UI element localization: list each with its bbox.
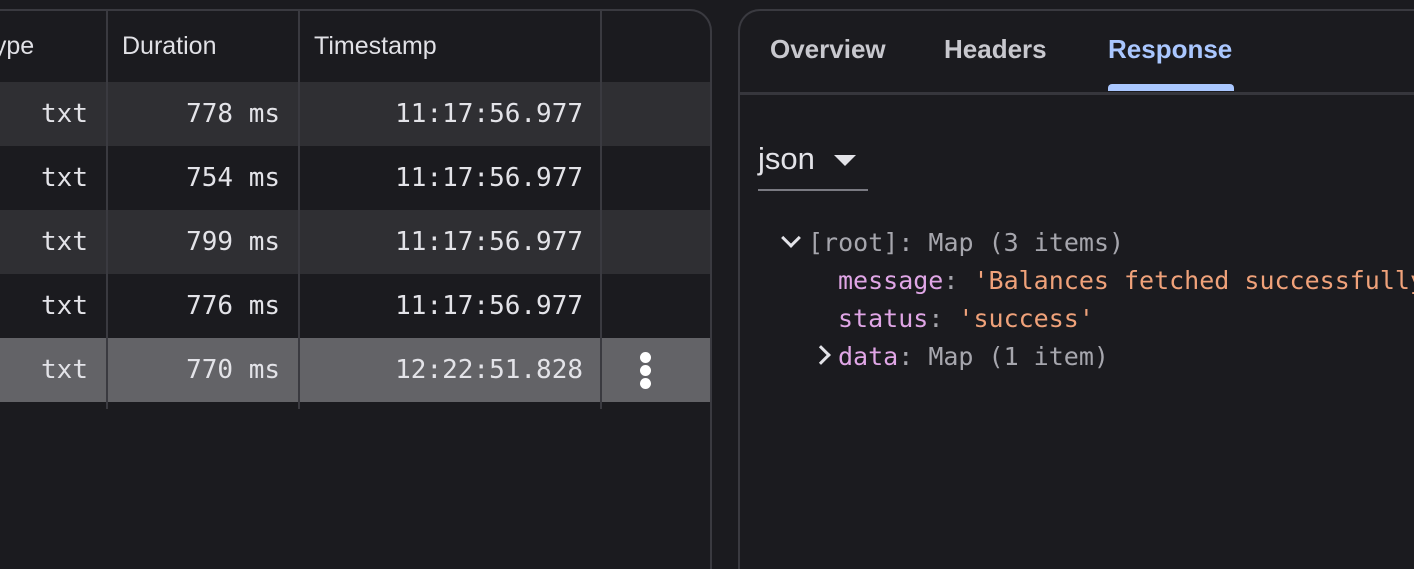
cell-type: txt: [41, 291, 88, 321]
cell-duration: 799 ms: [186, 227, 280, 257]
cell-timestamp: 11:17:56.977: [395, 227, 583, 257]
column-header-timestamp[interactable]: Timestamp: [314, 32, 437, 61]
chevron-right-icon[interactable]: [811, 345, 831, 365]
tree-value-status: 'success': [958, 304, 1094, 333]
column-divider[interactable]: [298, 11, 300, 409]
chevron-down-icon[interactable]: [781, 228, 801, 248]
active-tab-indicator: [1108, 84, 1234, 91]
tree-value-data: Map (1 item): [928, 342, 1109, 371]
more-vert-icon[interactable]: [640, 352, 652, 389]
cell-timestamp: 12:22:51.828: [395, 355, 583, 385]
tab-headers[interactable]: Headers: [944, 34, 1047, 65]
cell-timestamp: 11:17:56.977: [395, 291, 583, 321]
request-detail-panel: Overview Headers Response json [root]: M…: [738, 9, 1414, 569]
column-divider[interactable]: [106, 11, 108, 409]
tree-key-data: data: [838, 342, 899, 371]
detail-tabs: Overview Headers Response: [740, 11, 1414, 95]
cell-duration: 776 ms: [186, 291, 280, 321]
column-header-duration[interactable]: Duration: [122, 32, 217, 61]
column-divider[interactable]: [600, 11, 602, 409]
arrow-drop-down-icon: [834, 155, 856, 166]
tree-key-message: message: [838, 266, 944, 295]
tab-response[interactable]: Response: [1108, 34, 1232, 65]
tree-key-status: status: [838, 304, 929, 333]
cell-type: txt: [41, 99, 88, 129]
requests-table: Type Duration Timestamp txt 778 ms 11:17…: [0, 9, 712, 569]
cell-timestamp: 11:17:56.977: [395, 99, 583, 129]
tree-value-root: Map (3 items): [928, 228, 1125, 257]
column-header-type[interactable]: Type: [0, 32, 34, 61]
cell-duration: 770 ms: [186, 355, 280, 385]
tree-value-message: 'Balances fetched successfully': [973, 266, 1414, 295]
format-selected-value: json: [758, 141, 815, 176]
format-dropdown[interactable]: json: [758, 139, 868, 191]
tree-node-root[interactable]: [root]: Map (3 items): [808, 228, 1124, 257]
cell-type: txt: [41, 227, 88, 257]
cell-timestamp: 11:17:56.977: [395, 163, 583, 193]
cell-type: txt: [41, 355, 88, 385]
cell-type: txt: [41, 163, 88, 193]
tab-overview[interactable]: Overview: [770, 34, 886, 65]
tree-node-status[interactable]: status: 'success': [838, 304, 1094, 333]
tree-node-data[interactable]: data: Map (1 item): [838, 342, 1109, 371]
tree-node-message[interactable]: message: 'Balances fetched successfully': [838, 266, 1414, 295]
tree-key-root: [root]: [808, 228, 899, 257]
cell-duration: 754 ms: [186, 163, 280, 193]
cell-duration: 778 ms: [186, 99, 280, 129]
